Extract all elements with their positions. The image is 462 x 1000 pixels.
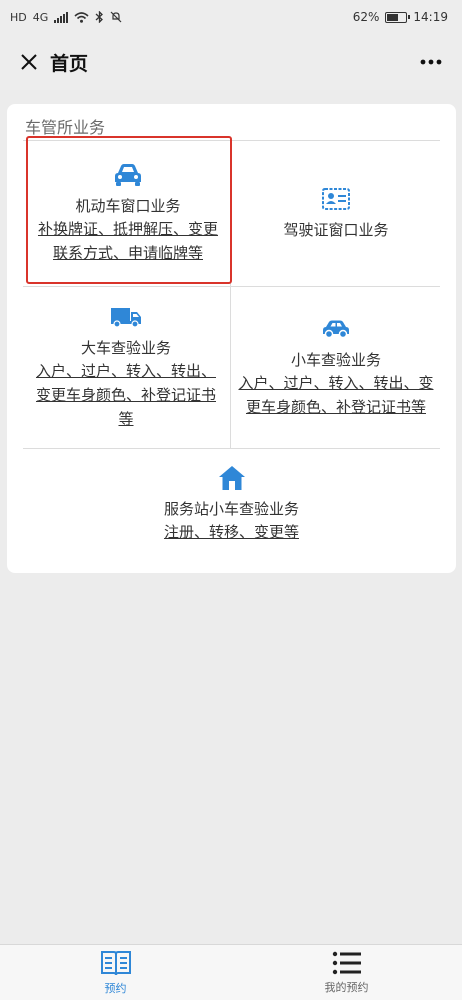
clock: 14:19 [413, 10, 448, 24]
divider [23, 140, 440, 141]
close-button[interactable] [16, 49, 42, 75]
more-icon [420, 59, 442, 65]
service-truck-inspection[interactable]: 大车查验业务 入户、过户、转入、转出、变更车身颜色、补登记证书等 [23, 288, 229, 446]
service-desc[interactable]: 注册、转移、变更等 [158, 520, 305, 544]
mute-bell-icon [110, 11, 122, 23]
service-title: 机动车窗口业务 [75, 197, 181, 215]
status-bar: HD 4G 62% 14:19 [0, 0, 462, 34]
service-title: 大车查验业务 [80, 339, 171, 357]
service-title: 服务站小车查验业务 [163, 500, 299, 518]
tab-label: 预约 [104, 982, 127, 995]
wifi-icon [74, 11, 89, 23]
bluetooth-icon [95, 11, 104, 23]
service-title: 驾驶证窗口业务 [283, 221, 389, 239]
close-icon [21, 54, 37, 70]
more-button[interactable] [416, 49, 446, 75]
hd-icon: HD [10, 10, 27, 24]
signal-icon [54, 11, 69, 23]
car-icon [113, 161, 143, 189]
service-card: 车管所业务 机动车窗口业务 补换牌证、抵押解压、变更联系方式、申请临牌等 驾驶证… [7, 104, 456, 573]
service-desc[interactable]: 入户、过户、转入、转出、变更车身颜色、补登记证书等 [23, 359, 229, 431]
tab-booking[interactable]: 预约 [0, 945, 231, 1000]
section-title: 车管所业务 [25, 118, 106, 137]
service-desc[interactable]: 补换牌证、抵押解压、变更联系方式、申请临牌等 [27, 217, 229, 265]
battery-fill [387, 13, 398, 21]
tab-my-bookings[interactable]: 我的预约 [231, 945, 462, 1000]
book-icon [100, 951, 131, 976]
service-desc[interactable]: 入户、过户、转入、转出、变更车身颜色、补登记证书等 [231, 371, 441, 419]
header: 首页 [0, 34, 462, 90]
service-license-window[interactable]: 驾驶证窗口业务 [231, 142, 441, 284]
small-car-icon [320, 315, 352, 343]
battery-percent: 62% [352, 10, 380, 24]
list-icon [332, 951, 361, 975]
license-card-icon [322, 185, 350, 213]
network-label: 4G [32, 10, 49, 24]
status-left: HD 4G [10, 11, 122, 23]
divider [23, 448, 440, 449]
service-small-car-inspection[interactable]: 小车查验业务 入户、过户、转入、转出、变更车身颜色、补登记证书等 [231, 288, 441, 446]
service-station-inspection[interactable]: 服务站小车查验业务 注册、转移、变更等 [23, 450, 440, 558]
tab-label: 我的预约 [324, 981, 369, 994]
tab-bar: 预约 我的预约 [0, 944, 462, 1000]
service-vehicle-window[interactable]: 机动车窗口业务 补换牌证、抵押解压、变更联系方式、申请临牌等 [27, 142, 229, 284]
truck-icon [110, 303, 142, 331]
page-title: 首页 [50, 52, 89, 75]
battery-icon [385, 11, 411, 23]
service-title: 小车查验业务 [290, 351, 381, 369]
divider [23, 286, 440, 287]
status-right: 62% 14:19 [353, 10, 448, 24]
home-icon [218, 464, 246, 492]
